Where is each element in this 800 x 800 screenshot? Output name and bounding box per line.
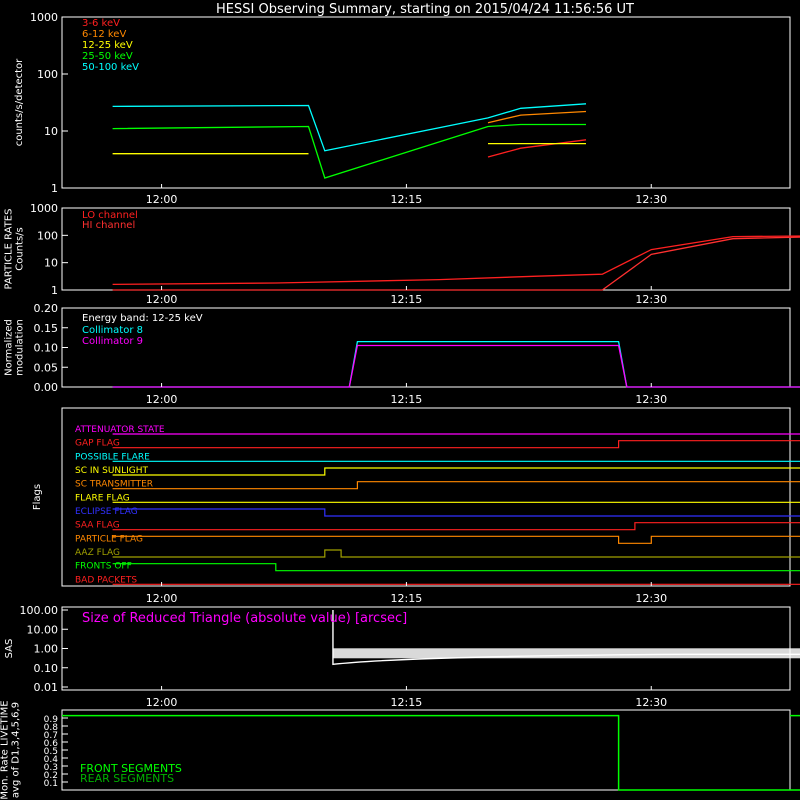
y-tick-label: 10 — [44, 257, 58, 270]
flag-line — [112, 481, 800, 490]
count-rate-50-100-kev — [112, 103, 587, 152]
y-tick-label: 0.00 — [34, 381, 59, 394]
time-tick-label: 12:00 — [146, 696, 178, 709]
y-tick-label: 0.10 — [34, 342, 59, 355]
flag-line — [112, 508, 800, 517]
y-axis-label: Normalized — [4, 319, 15, 376]
flag-label: GAP FLAG — [75, 439, 120, 449]
time-tick-label: 12:15 — [391, 393, 423, 406]
y-tick-label: 0.01 — [34, 681, 59, 694]
chart-title: HESSI Observing Summary, starting on 201… — [216, 2, 634, 17]
y-tick-label: 1000 — [30, 202, 58, 215]
flag-label: POSSIBLE FLARE — [75, 452, 150, 462]
sas-noise-band — [332, 648, 800, 659]
legend-entry: 50-100 keV — [82, 62, 139, 73]
time-tick-label: 12:30 — [635, 592, 667, 605]
flags-frame — [61, 407, 791, 587]
y-axis-label: PARTICLE RATES — [4, 209, 15, 290]
time-tick-label: 12:30 — [635, 393, 667, 406]
y-tick-label: 10.00 — [27, 623, 59, 636]
legend-entry: Collimator 9 — [82, 336, 143, 347]
y-axis-label: Mon. Rate LIVETIME — [0, 700, 11, 799]
y-tick-label: 1 — [51, 182, 58, 195]
particle-rate-lo-channel — [112, 235, 800, 286]
particle-rate-hi-channel — [112, 236, 800, 291]
y-tick-label: 1.00 — [34, 643, 59, 656]
flag-line — [112, 535, 800, 544]
time-tick-label: 12:30 — [635, 696, 667, 709]
legend-entry: 25-50 keV — [82, 51, 133, 62]
legend-entry: 3-6 keV — [82, 18, 120, 29]
flag-label: FLARE FLAG — [75, 493, 130, 503]
flag-line — [112, 501, 800, 503]
flag-label: SC IN SUNLIGHT — [75, 466, 149, 476]
observing-summary: HESSI Observing Summary, starting on 201… — [0, 0, 800, 800]
flag-label: SAA FLAG — [75, 521, 120, 531]
count-rate-12-25-kev — [112, 142, 586, 155]
flag-line — [112, 440, 800, 449]
count-rate-25-50-kev — [112, 123, 586, 179]
y-tick-label: 1000 — [30, 11, 58, 24]
flag-line — [112, 583, 800, 585]
flag-line — [112, 522, 800, 531]
time-tick-label: 12:15 — [391, 592, 423, 605]
y-axis-label: Flags — [32, 484, 43, 510]
flag-label: AAZ FLAG — [75, 548, 120, 558]
y-axis-label: modulation — [15, 319, 26, 376]
time-tick-label: 12:15 — [391, 293, 423, 306]
time-tick-label: 12:15 — [391, 696, 423, 709]
y-tick-label: 10 — [44, 125, 58, 138]
time-tick-label: 12:00 — [146, 293, 178, 306]
y-axis-label: Counts/s — [15, 227, 26, 271]
flag-label: FRONTS OFF — [75, 562, 132, 572]
legend-entry: 12-25 keV — [82, 40, 133, 51]
count-rate-3-6-kev — [487, 139, 587, 158]
time-tick-label: 12:15 — [391, 193, 423, 206]
flag-label: BAD PACKETS — [75, 575, 137, 585]
modulation-collimator-8 — [112, 340, 800, 388]
y-tick-label: 0.05 — [34, 361, 59, 374]
summary-figure: HESSI Observing Summary, starting on 201… — [0, 2, 800, 800]
y-tick-label: 0.20 — [34, 302, 59, 315]
sas-legend: Size of Reduced Triangle (absolute value… — [82, 611, 407, 626]
flag-line — [112, 563, 800, 572]
legend-entry: HI channel — [82, 220, 135, 231]
time-tick-label: 12:30 — [635, 193, 667, 206]
flag-label: ECLIPSE FLAG — [75, 507, 138, 517]
y-axis-label: counts/s/detector — [14, 58, 25, 146]
legend-entry: Collimator 8 — [82, 325, 143, 336]
y-tick-label: 0.15 — [34, 322, 59, 335]
time-tick-label: 12:00 — [146, 193, 178, 206]
y-tick-label: 100 — [37, 229, 58, 242]
flag-label: ATTENUATOR STATE — [75, 425, 165, 435]
time-tick-label: 12:00 — [146, 393, 178, 406]
y-tick-label: 0.1 — [44, 779, 58, 789]
legend-entry: 6-12 keV — [82, 29, 126, 40]
y-axis-label: avg of D1,3,4,5,6,9 — [11, 702, 22, 798]
y-tick-label: 0.10 — [34, 662, 59, 675]
y-axis-label: SAS — [4, 639, 15, 659]
flag-label: SC TRANSMITTER — [75, 480, 153, 490]
time-tick-label: 12:00 — [146, 592, 178, 605]
flag-line — [112, 467, 800, 476]
y-tick-label: 1 — [51, 284, 58, 297]
legend-header: Energy band: 12-25 keV — [82, 313, 203, 324]
modulation-collimator-9 — [112, 344, 800, 388]
y-tick-label: 100 — [37, 68, 58, 81]
legend-entry: REAR SEGMENTS — [80, 772, 174, 785]
flag-label: PARTICLE FLAG — [75, 534, 143, 544]
count-rate-frame — [61, 16, 791, 189]
y-tick-label: 100.00 — [20, 604, 59, 617]
time-tick-label: 12:30 — [635, 293, 667, 306]
flag-line — [112, 549, 800, 558]
